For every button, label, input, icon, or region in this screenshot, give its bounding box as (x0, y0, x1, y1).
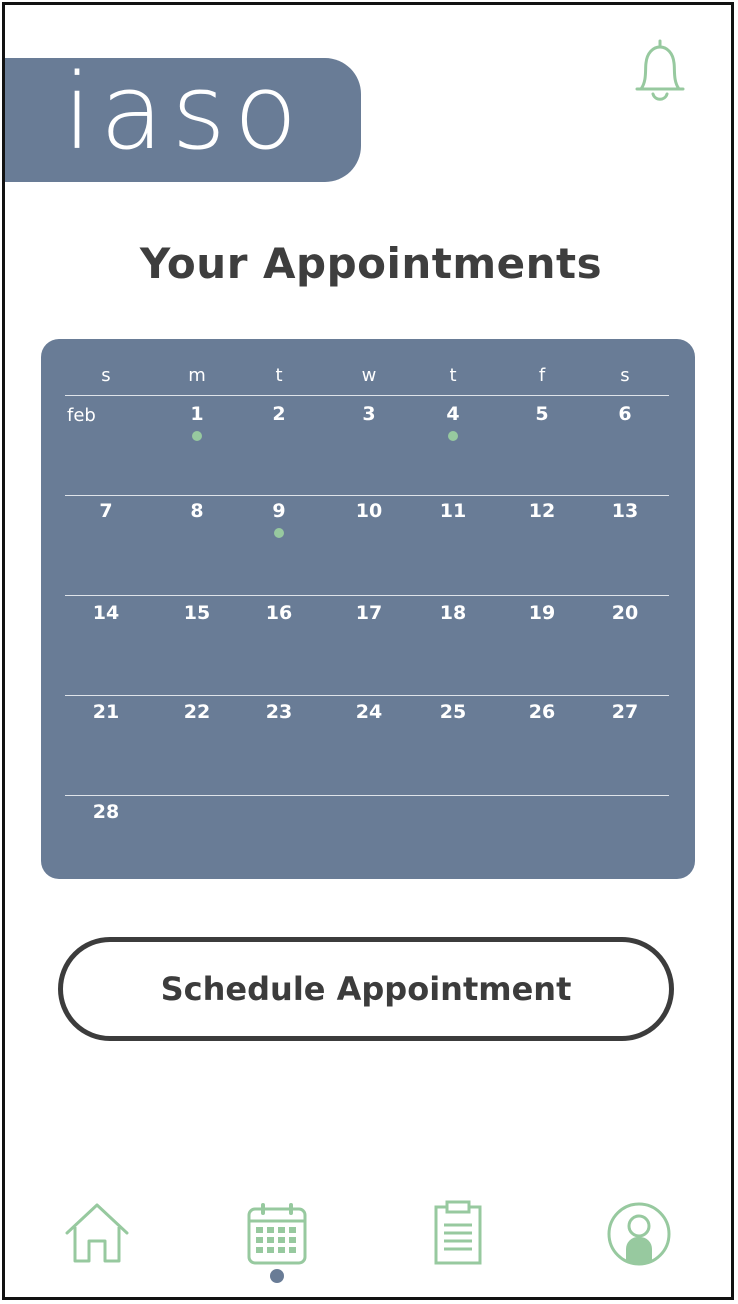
weekday-thu: t (449, 365, 457, 386)
calendar-day[interactable]: 6 (595, 403, 655, 425)
calendar-month-label: feb (67, 405, 96, 426)
calendar-day[interactable]: 7 (76, 500, 136, 522)
calendar-day[interactable]: 2 (249, 403, 309, 425)
calendar-day[interactable]: 15 (167, 602, 227, 624)
calendar-day[interactable]: 26 (512, 701, 572, 723)
weekday-wed: w (361, 365, 377, 386)
calendar-divider (65, 495, 669, 496)
calendar-day[interactable]: 10 (339, 500, 399, 522)
calendar-day[interactable]: 27 (595, 701, 655, 723)
calendar-day[interactable]: 5 (512, 403, 572, 425)
appointment-dot (448, 431, 458, 441)
calendar-day[interactable]: 8 (167, 500, 227, 522)
weekday-sat: s (620, 365, 630, 386)
calendar-day[interactable]: 3 (339, 403, 399, 425)
calendar-divider (65, 595, 669, 596)
bell-icon[interactable] (629, 39, 691, 107)
calendar-day[interactable]: 20 (595, 602, 655, 624)
calendar-day[interactable]: 9 (249, 500, 309, 522)
clipboard-icon[interactable] (433, 1199, 483, 1271)
calendar-day[interactable]: 1 (167, 403, 227, 425)
weekday-fri: f (538, 365, 546, 386)
calendar-day[interactable]: 19 (512, 602, 572, 624)
active-tab-indicator (270, 1269, 284, 1283)
calendar-day[interactable]: 13 (595, 500, 655, 522)
app-logo: iaso (63, 51, 306, 173)
calendar-day[interactable]: 25 (423, 701, 483, 723)
calendar-day[interactable]: 17 (339, 602, 399, 624)
weekday-sun: s (101, 365, 111, 386)
home-icon[interactable] (63, 1201, 131, 1269)
calendar-day[interactable]: 14 (76, 602, 136, 624)
app-screen: iaso Your Appointments s m t w t f s feb… (2, 2, 734, 1300)
calendar-day[interactable]: 12 (512, 500, 572, 522)
calendar-day[interactable]: 23 (249, 701, 309, 723)
weekday-header: s m t w t f s (41, 365, 695, 395)
calendar-divider (65, 695, 669, 696)
appointment-dot (192, 431, 202, 441)
calendar-day[interactable]: 11 (423, 500, 483, 522)
calendar-day[interactable]: 16 (249, 602, 309, 624)
calendar-day[interactable]: 22 (167, 701, 227, 723)
weekday-mon: m (188, 365, 206, 386)
calendar-day[interactable]: 24 (339, 701, 399, 723)
calendar-day[interactable]: 28 (76, 801, 136, 823)
page-title: Your Appointments (139, 239, 603, 288)
calendar-day[interactable]: 21 (76, 701, 136, 723)
profile-icon[interactable] (606, 1201, 672, 1271)
calendar-icon[interactable] (246, 1201, 308, 1269)
logo-banner: iaso (5, 58, 361, 182)
calendar-day[interactable]: 18 (423, 602, 483, 624)
schedule-appointment-button[interactable]: Schedule Appointment (58, 937, 674, 1041)
calendar: s m t w t f s feb 1 2 3 4 5 6 7 8 9 10 11 12 13 14 15 1… (41, 339, 695, 879)
appointment-dot (274, 528, 284, 538)
calendar-divider (65, 395, 669, 396)
weekday-tue: t (275, 365, 283, 386)
calendar-day[interactable]: 4 (423, 403, 483, 425)
calendar-divider (65, 795, 669, 796)
